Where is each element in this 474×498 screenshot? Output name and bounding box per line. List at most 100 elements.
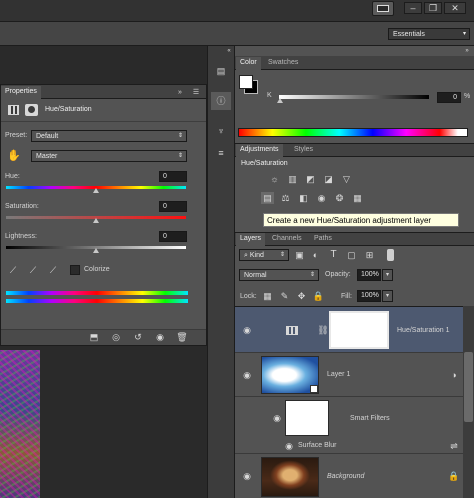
foreground-color-swatch[interactable] bbox=[239, 75, 253, 89]
minimize-button[interactable]: – bbox=[404, 2, 422, 14]
hue-label: Hue: bbox=[5, 173, 20, 180]
expand-panels-icon[interactable]: « bbox=[224, 47, 234, 55]
visibility-eye-icon[interactable]: ◉ bbox=[239, 470, 255, 482]
lock-image-icon[interactable]: ✎ bbox=[279, 291, 290, 302]
filter-toggle-icon[interactable] bbox=[387, 249, 394, 261]
eyedropper-minus-icon[interactable]: ⟋ bbox=[47, 264, 59, 276]
k-slider-track[interactable] bbox=[279, 95, 429, 99]
eyedropper-icon[interactable]: ⟋ bbox=[7, 264, 19, 276]
workspace-dropdown[interactable]: Essentials ▾ bbox=[388, 28, 470, 40]
filter-adjustment-icon[interactable]: ◐ bbox=[310, 249, 321, 261]
view-previous-state-icon[interactable]: ◎ bbox=[109, 332, 123, 342]
filter-blending-options-icon[interactable]: ⇌ bbox=[449, 441, 459, 451]
saturation-slider-thumb[interactable] bbox=[93, 218, 99, 223]
reset-icon[interactable]: ↺ bbox=[131, 332, 145, 342]
filter-smart-object-icon[interactable]: ⊞ bbox=[364, 249, 375, 261]
updown-arrow-icon: ⇕ bbox=[309, 272, 315, 278]
blend-mode-dropdown[interactable]: Normal ⇕ bbox=[239, 269, 319, 281]
black-white-icon[interactable]: ◧ bbox=[297, 192, 310, 204]
collapse-dock-icon[interactable]: » bbox=[462, 47, 472, 55]
info-icon[interactable]: ⓘ bbox=[211, 92, 231, 110]
channel-dropdown[interactable]: Master ⇕ bbox=[31, 150, 187, 162]
adjustments-subtitle: Hue/Saturation bbox=[241, 160, 288, 167]
smart-filters-row[interactable]: ◉ Smart Filters bbox=[235, 398, 463, 438]
color-balance-icon[interactable]: ⚖ bbox=[279, 192, 292, 204]
lock-all-icon[interactable]: 🔒 bbox=[313, 291, 324, 302]
filter-pixel-icon[interactable]: ▣ bbox=[294, 249, 305, 261]
layer-row-layer-1[interactable]: ◉ Layer 1 ◑ bbox=[235, 354, 463, 397]
layer-name[interactable]: Layer 1 bbox=[327, 371, 350, 378]
filter-row-surface-blur[interactable]: ◉ Surface Blur ⇌ bbox=[235, 439, 463, 454]
close-button[interactable]: ✕ bbox=[444, 2, 466, 14]
filter-shape-icon[interactable]: ▢ bbox=[346, 249, 357, 261]
collapse-panel-icon[interactable]: » bbox=[175, 87, 185, 97]
hue-slider-thumb[interactable] bbox=[93, 188, 99, 193]
color-spectrum-ramp[interactable] bbox=[238, 128, 468, 137]
brush-presets-icon[interactable]: ≡ bbox=[211, 144, 231, 162]
eyedropper-plus-icon[interactable]: ⟋ bbox=[27, 264, 39, 276]
visibility-eye-icon[interactable]: ◉ bbox=[239, 369, 255, 381]
channel-mixer-icon[interactable]: ❂ bbox=[333, 192, 346, 204]
tab-styles[interactable]: Styles bbox=[290, 144, 317, 155]
visibility-eye-icon[interactable]: ◉ bbox=[269, 412, 285, 424]
workspace-switcher-icon[interactable] bbox=[372, 1, 394, 16]
layer-filter-kind-dropdown[interactable]: ⌕ Kind ⇕ bbox=[239, 249, 289, 261]
levels-icon[interactable]: ▥ bbox=[286, 173, 299, 185]
saturation-value-field[interactable]: 0 bbox=[159, 201, 187, 212]
curves-icon[interactable]: ◩ bbox=[304, 173, 317, 185]
visibility-eye-icon[interactable]: ◉ bbox=[283, 441, 295, 451]
preset-dropdown[interactable]: Default ⇕ bbox=[31, 130, 187, 142]
tab-swatches[interactable]: Swatches bbox=[264, 57, 302, 68]
vibrance-icon[interactable]: ▽ bbox=[340, 173, 353, 185]
tab-layers[interactable]: Layers bbox=[236, 233, 266, 246]
tab-channels[interactable]: Channels bbox=[268, 233, 306, 244]
layer-name[interactable]: Background bbox=[327, 473, 364, 480]
opacity-label: Opacity: bbox=[325, 271, 351, 278]
visibility-eye-icon[interactable]: ◉ bbox=[153, 332, 167, 342]
opacity-value-field[interactable]: 100% bbox=[357, 269, 381, 281]
updown-arrow-icon: ⇕ bbox=[177, 153, 183, 159]
color-lookup-icon[interactable]: ▦ bbox=[351, 192, 364, 204]
tab-color[interactable]: Color bbox=[236, 57, 261, 70]
layer-row-background[interactable]: ◉ Background 🔒 bbox=[235, 455, 463, 498]
colorize-label: Colorize bbox=[84, 266, 110, 273]
history-icon[interactable]: ▤ bbox=[211, 62, 231, 80]
chain-link-icon[interactable]: ⛓ bbox=[317, 324, 328, 336]
lock-position-icon[interactable]: ✥ bbox=[296, 291, 307, 302]
brightness-contrast-icon[interactable]: ☼ bbox=[268, 173, 281, 185]
exposure-icon[interactable]: ◪ bbox=[322, 173, 335, 185]
opacity-slider-toggle-icon[interactable]: ▾ bbox=[382, 269, 393, 281]
workspace-label: Essentials bbox=[393, 31, 425, 38]
chevron-down-icon: ▾ bbox=[462, 31, 466, 37]
properties-header-title: Hue/Saturation bbox=[45, 106, 92, 113]
restore-button[interactable]: ❐ bbox=[424, 2, 442, 14]
hue-saturation-icon[interactable]: ▤ bbox=[261, 192, 274, 204]
visibility-eye-icon[interactable]: ◉ bbox=[239, 324, 255, 336]
lightness-slider-thumb[interactable] bbox=[93, 248, 99, 253]
fill-slider-toggle-icon[interactable]: ▾ bbox=[382, 290, 393, 302]
clip-to-layer-icon[interactable]: ⬒ bbox=[87, 332, 101, 342]
layers-scrollbar-thumb[interactable] bbox=[464, 352, 473, 422]
hue-value-field[interactable]: 0 bbox=[159, 171, 187, 182]
lock-transparent-icon[interactable]: ▦ bbox=[262, 291, 273, 302]
trash-icon[interactable]: 🗑 bbox=[175, 332, 189, 342]
targeted-adjustment-hand-icon[interactable]: ✋ bbox=[7, 149, 21, 163]
tab-paths[interactable]: Paths bbox=[310, 233, 336, 244]
filter-type-icon[interactable]: T bbox=[328, 249, 339, 261]
k-value-field[interactable]: 0 bbox=[437, 92, 461, 103]
tab-properties[interactable]: Properties bbox=[1, 86, 41, 99]
lightness-value-field[interactable]: 0 bbox=[159, 231, 187, 242]
brush-icon[interactable]: ♆ bbox=[211, 122, 231, 140]
smart-filter-mask-thumbnail[interactable] bbox=[285, 400, 329, 436]
layer-mask-thumbnail[interactable] bbox=[329, 311, 389, 349]
layer-row-hue-saturation[interactable]: ◉ ⛓ Hue/Saturation 1 bbox=[235, 307, 463, 353]
k-slider-thumb[interactable] bbox=[277, 98, 283, 103]
fill-value-field[interactable]: 100% bbox=[357, 290, 381, 302]
panel-menu-icon[interactable]: ☰ bbox=[191, 87, 201, 97]
photo-filter-icon[interactable]: ◉ bbox=[315, 192, 328, 204]
mask-icon[interactable] bbox=[25, 104, 38, 116]
layer-name[interactable]: Hue/Saturation 1 bbox=[397, 327, 450, 334]
updown-arrow-icon: ⇕ bbox=[279, 252, 285, 258]
tab-adjustments[interactable]: Adjustments bbox=[236, 144, 283, 157]
colorize-checkbox[interactable] bbox=[70, 265, 80, 275]
